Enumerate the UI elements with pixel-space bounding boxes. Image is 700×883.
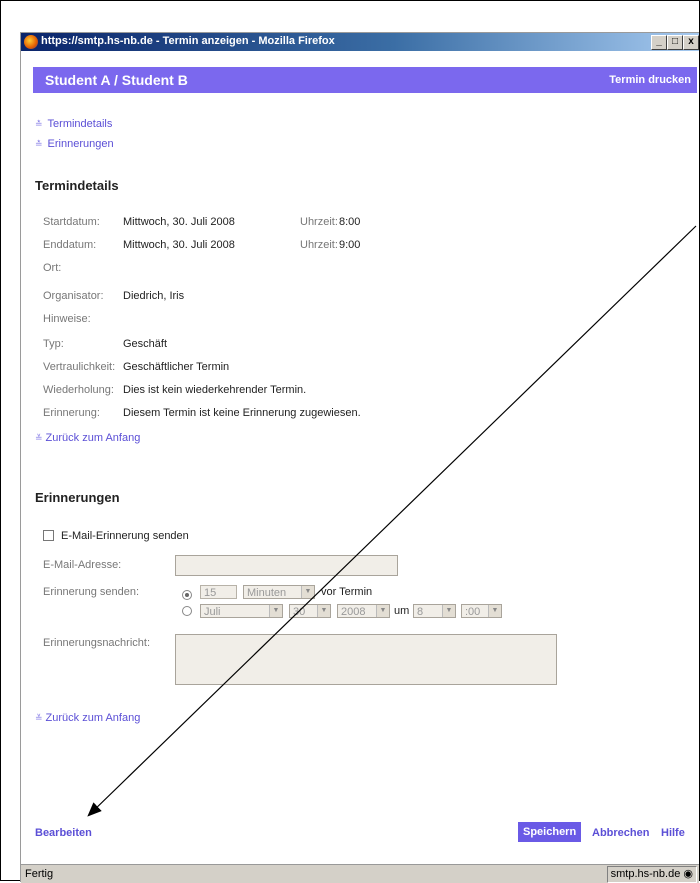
annotation-arrow <box>87 225 697 817</box>
